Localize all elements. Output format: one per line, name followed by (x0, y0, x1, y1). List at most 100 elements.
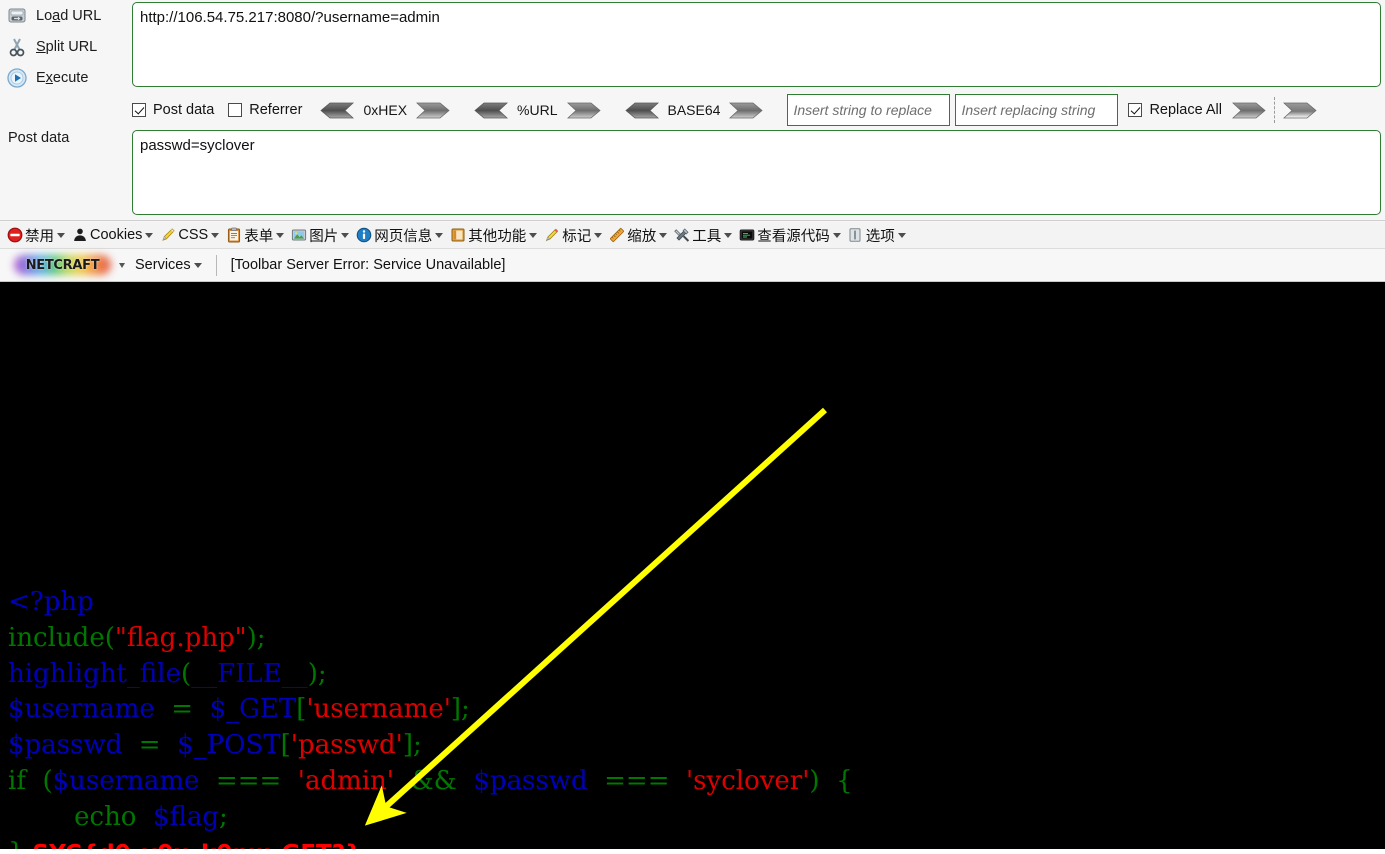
netcraft-wordmark: NETCRAFT (25, 257, 100, 273)
url-codec-label: %URL (517, 102, 558, 118)
chevron-down-icon[interactable] (211, 232, 220, 238)
url-encode-button[interactable] (566, 102, 601, 119)
flag-text: SYC{d0_y0u_k0nw_GET?} (25, 841, 362, 849)
code-token: = (154, 694, 210, 725)
images-icon (290, 227, 307, 244)
devbar-item-resize[interactable]: 缩放 (605, 224, 670, 247)
load-url-icon (6, 5, 28, 27)
netcraft-services-menu[interactable]: Services (135, 257, 202, 273)
devbar-label-view-source: 查看源代码 (757, 228, 830, 245)
chevron-down-icon[interactable] (341, 232, 350, 238)
devbar-item-tools[interactable]: 工具 (670, 224, 735, 247)
devbar-label-cookies: Cookies (90, 227, 143, 243)
code-token: include (8, 622, 105, 653)
code-token: ; (317, 658, 327, 689)
code-token: $username (52, 765, 200, 796)
php-source-listing: <?php include("flag.php"); highlight_fil… (8, 585, 853, 849)
replace-with-input[interactable]: Insert replacing string (955, 94, 1119, 126)
replace-find-input[interactable]: Insert string to replace (787, 94, 951, 126)
devbar-label-forms: 表单 (244, 228, 274, 245)
devbar-item-view-source[interactable]: 查看源代码 (735, 224, 844, 247)
code-token: if (8, 765, 26, 796)
execute-label: Execute (36, 69, 89, 86)
chevron-down-icon[interactable] (832, 232, 841, 238)
split-url-label: Split URL (36, 38, 98, 55)
chevron-down-icon[interactable] (276, 232, 285, 238)
devbar-label-page-info: 网页信息 (374, 228, 433, 245)
hackbar-panel: Load URL Split URL Execute http://106.54… (0, 0, 1385, 222)
url-decode-button[interactable] (474, 102, 509, 119)
replace-secondary-button[interactable] (1282, 102, 1317, 119)
chevron-down-icon[interactable] (724, 232, 733, 238)
devbar-item-page-info[interactable]: 网页信息 (352, 224, 446, 247)
chevron-down-icon[interactable] (145, 232, 154, 238)
split-url-button[interactable]: Split URL (0, 31, 130, 62)
ruler-icon (608, 227, 625, 244)
code-token: ( (104, 622, 115, 653)
chevron-down-icon[interactable] (435, 232, 444, 238)
post-data-checkbox-label: Post data (153, 102, 215, 118)
code-token: ; (219, 801, 228, 832)
devbar-item-images[interactable]: 图片 (287, 224, 352, 247)
replace-apply-button[interactable] (1231, 102, 1266, 119)
chevron-down-icon[interactable] (529, 232, 538, 238)
load-url-label: Load URL (36, 7, 102, 24)
base64-codec-label: BASE64 (667, 102, 721, 118)
post-data-checkbox-box[interactable] (132, 103, 146, 117)
code-token: <?php (8, 587, 94, 617)
replace-all-checkbox-box[interactable] (1128, 103, 1143, 117)
referrer-checkbox[interactable]: Referrer (228, 102, 302, 118)
devbar-label-outline: 标记 (562, 228, 592, 245)
code-token: __FILE__ (191, 658, 308, 689)
hex-encode-button[interactable] (416, 102, 450, 119)
execute-button[interactable]: Execute (0, 62, 130, 93)
hackbar-options-row: Post data Referrer 0xHEX %URL BASE64 Ins… (132, 93, 1385, 127)
code-token: [ (296, 694, 307, 725)
code-token: === (587, 765, 687, 796)
devbar-item-css[interactable]: CSS (156, 224, 222, 247)
netcraft-logo: NETCRAFT (14, 255, 111, 275)
code-token: ) { (809, 765, 853, 796)
scissors-icon (6, 36, 28, 58)
url-input[interactable]: http://106.54.75.217:8080/?username=admi… (132, 2, 1381, 87)
code-token: highlight_file (8, 658, 181, 689)
chevron-down-icon[interactable] (594, 232, 603, 238)
chevron-down-icon[interactable] (57, 232, 65, 238)
cookies-icon (71, 227, 88, 244)
css-icon (159, 227, 176, 244)
devbar-item-misc[interactable]: 其他功能 (446, 224, 540, 247)
code-token: && (393, 765, 474, 796)
netcraft-services-label: Services (135, 257, 191, 273)
base64-decode-button[interactable] (624, 102, 659, 119)
pencil-icon (543, 227, 560, 244)
toolbar-divider (1273, 97, 1275, 123)
devbar-item-forms[interactable]: 表单 (222, 224, 287, 247)
devbar-label-resize: 缩放 (627, 228, 657, 245)
misc-icon (449, 227, 466, 244)
netcraft-menu-caret-icon[interactable] (119, 262, 125, 268)
devbar-item-options[interactable]: 选项 (844, 224, 909, 247)
code-token: 'admin' (297, 765, 394, 796)
load-url-button[interactable]: Load URL (0, 0, 130, 31)
devbar-item-cookies[interactable]: Cookies (68, 224, 156, 247)
devbar-item-outline[interactable]: 标记 (540, 224, 605, 247)
code-token: echo (8, 801, 153, 832)
post-data-input[interactable]: passwd=syclover (132, 130, 1381, 215)
base64-encode-button[interactable] (729, 102, 764, 119)
replace-all-checkbox[interactable]: Replace All (1128, 102, 1222, 118)
post-data-checkbox[interactable]: Post data (132, 102, 214, 118)
referrer-checkbox-label: Referrer (249, 102, 303, 118)
devbar-item-disable[interactable]: 禁用 (3, 224, 68, 247)
referrer-checkbox-box[interactable] (228, 103, 243, 117)
replace-all-label: Replace All (1149, 102, 1222, 118)
code-token: ; (256, 622, 266, 653)
chevron-down-icon[interactable] (193, 262, 202, 268)
chevron-down-icon[interactable] (897, 232, 906, 238)
hex-decode-button[interactable] (320, 102, 355, 119)
code-token: = (122, 730, 178, 761)
page-content: <?php include("flag.php"); highlight_fil… (0, 282, 1385, 849)
chevron-down-icon[interactable] (659, 232, 668, 238)
netcraft-separator (215, 254, 217, 276)
code-token: 'syclover' (686, 765, 810, 796)
code-token: === (199, 765, 298, 796)
